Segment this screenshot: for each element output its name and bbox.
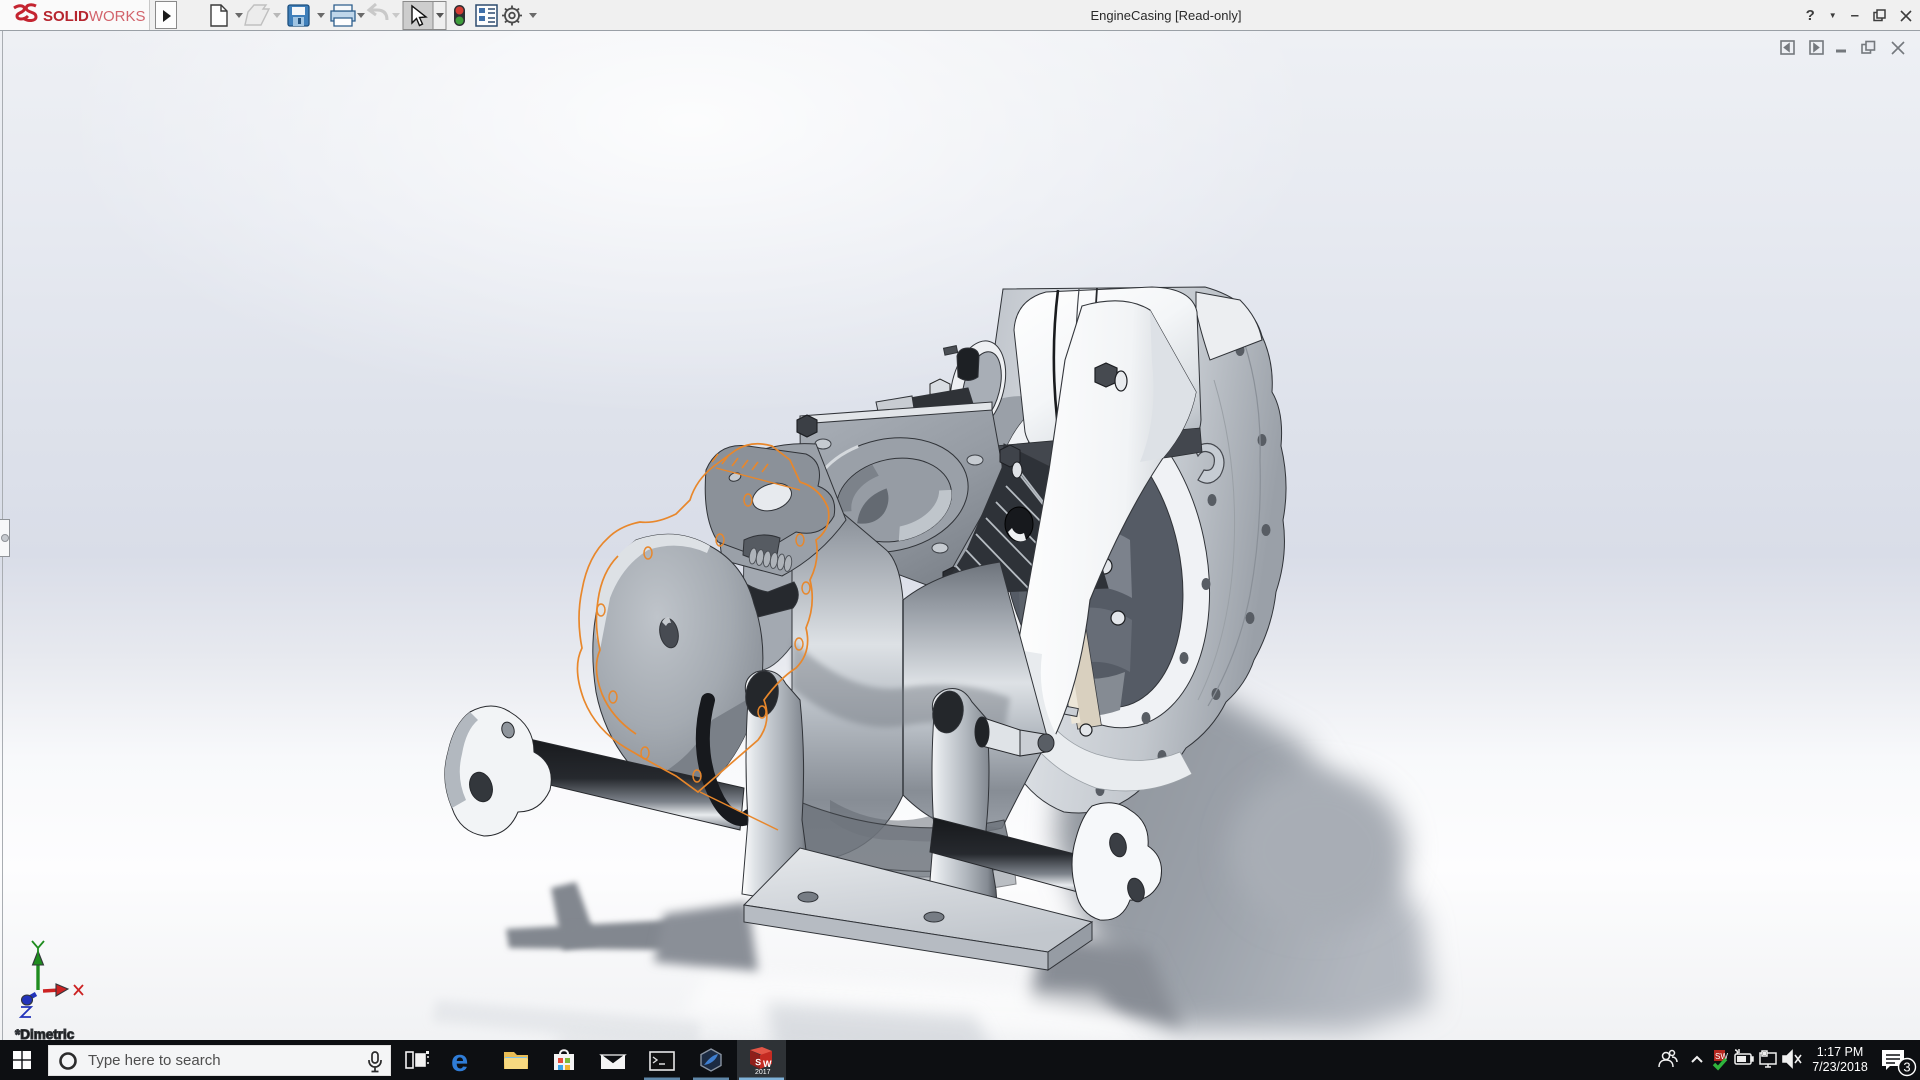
- svg-text:W: W: [763, 1059, 772, 1069]
- svg-text:2017: 2017: [755, 1069, 771, 1076]
- svg-text:e: e: [451, 1043, 468, 1078]
- svg-text:S: S: [755, 1057, 762, 1067]
- svg-text:3: 3: [1903, 1060, 1910, 1075]
- svg-text:SOLIDWORKS: SOLIDWORKS: [43, 8, 146, 25]
